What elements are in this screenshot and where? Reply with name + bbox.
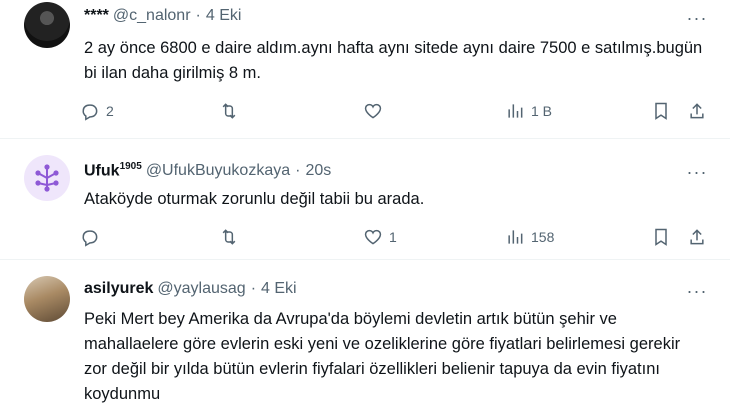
user-handle[interactable]: @UfukBuyukozkaya (146, 162, 290, 180)
tweet-header: asilyurek @yaylausag · 4 Eki (84, 280, 297, 298)
tweet[interactable]: asilyurek @yaylausag · 4 Eki ··· Peki Me… (0, 260, 730, 420)
timestamp[interactable]: 20s (305, 162, 331, 180)
tweet-header: **** @c_nalonr · 4 Eki (84, 7, 241, 25)
tweet-actions: 1 158 (80, 225, 720, 249)
reply-button[interactable]: 2 (80, 99, 114, 123)
timestamp[interactable]: 4 Eki (206, 7, 242, 25)
reply-icon (82, 104, 98, 121)
like-button[interactable]: 1 (363, 225, 397, 249)
views-icon (508, 230, 523, 244)
share-icon (690, 229, 704, 245)
like-icon (364, 103, 382, 119)
avatar-logo-icon (35, 164, 59, 192)
tweet-text: Peki Mert bey Amerika da Avrupa'da böyle… (84, 310, 681, 403)
tweet-header: Ufuk1905 @UfukBuyukozkaya · 20s (84, 161, 331, 180)
share-button[interactable] (687, 99, 707, 123)
reply-icon (82, 230, 98, 247)
timestamp[interactable]: 4 Eki (261, 280, 297, 298)
more-icon[interactable]: ··· (686, 7, 708, 29)
more-icon[interactable]: ··· (686, 280, 708, 302)
views-button[interactable]: 1 B (505, 99, 552, 123)
separator-dot: · (195, 7, 201, 24)
views-button[interactable]: 158 (505, 225, 554, 249)
display-name[interactable]: asilyurek (84, 280, 153, 298)
like-count: 1 (389, 229, 397, 245)
bookmark-icon (655, 102, 667, 120)
avatar[interactable] (24, 276, 70, 322)
tweet-actions: 2 1 B (80, 99, 720, 123)
views-count: 1 B (531, 103, 553, 119)
views-count: 158 (531, 229, 555, 245)
display-name[interactable]: **** (84, 7, 109, 25)
bookmark-button[interactable] (651, 99, 671, 123)
like-icon (364, 229, 382, 245)
more-icon[interactable]: ··· (686, 161, 708, 183)
like-button[interactable] (363, 99, 389, 123)
tweet-text: Ataköyde oturmak zorunlu değil tabii bu … (84, 190, 425, 208)
share-icon (690, 103, 704, 119)
bookmark-icon (655, 228, 667, 246)
separator-dot: · (295, 161, 301, 179)
tweet-text: 2 ay önce 6800 e daire aldım.aynı hafta … (84, 39, 703, 82)
tweet[interactable]: **** @c_nalonr · 4 Eki ··· 2 ay önce 680… (0, 0, 730, 138)
retweet-button[interactable] (219, 225, 245, 249)
user-handle[interactable]: @c_nalonr (113, 7, 191, 25)
avatar[interactable] (24, 2, 70, 48)
separator-dot: · (250, 280, 257, 297)
views-icon (508, 104, 523, 118)
share-button[interactable] (687, 225, 707, 249)
avatar[interactable] (24, 155, 70, 201)
retweet-icon (222, 229, 236, 245)
tweet[interactable]: Ufuk1905 @UfukBuyukozkaya · 20s ··· Atak… (0, 139, 730, 259)
retweet-icon (222, 103, 236, 119)
reply-count: 2 (106, 103, 114, 119)
display-name[interactable]: Ufuk1905 (84, 161, 142, 180)
reply-button[interactable] (80, 225, 106, 249)
user-handle[interactable]: @yaylausag (157, 280, 245, 298)
retweet-button[interactable] (219, 99, 245, 123)
bookmark-button[interactable] (651, 225, 671, 249)
